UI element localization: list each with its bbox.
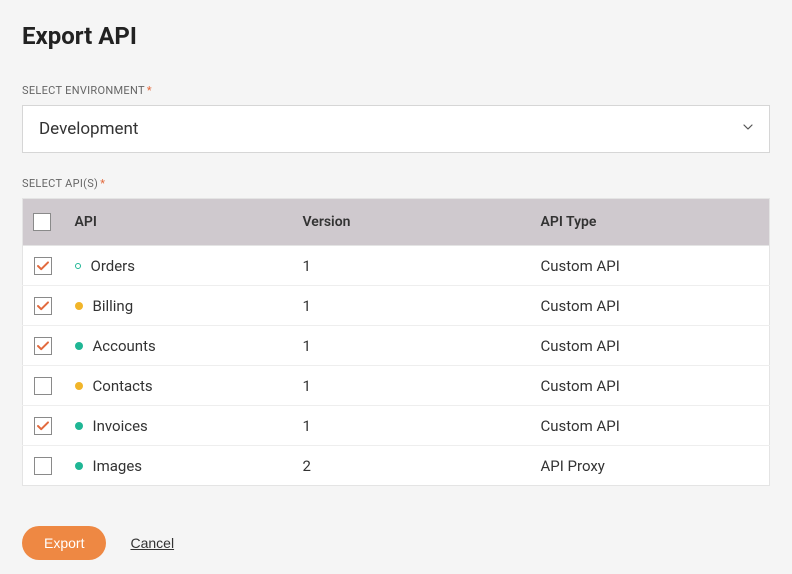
api-version: 1: [291, 326, 529, 366]
api-name: Billing: [93, 297, 134, 315]
required-asterisk: *: [147, 84, 152, 97]
row-checkbox[interactable]: [34, 257, 52, 275]
api-name: Contacts: [93, 377, 153, 395]
table-row: Contacts 1Custom API: [23, 366, 770, 406]
api-name: Images: [93, 457, 143, 475]
page-title: Export API: [22, 22, 770, 50]
status-dot-icon: [75, 462, 83, 470]
table-row: Billing 1Custom API: [23, 286, 770, 326]
select-all-checkbox[interactable]: [33, 213, 51, 231]
environment-label: SELECT ENVIRONMENT*: [22, 84, 770, 97]
status-dot-icon: [75, 422, 83, 430]
api-type: Custom API: [529, 246, 770, 286]
export-button[interactable]: Export: [22, 526, 106, 560]
header-version: Version: [291, 199, 529, 246]
apis-table: API Version API Type Orders1Custom APIBi…: [22, 198, 770, 486]
environment-value: Development: [39, 119, 138, 139]
api-version: 2: [291, 446, 529, 486]
api-version: 1: [291, 246, 529, 286]
status-dot-icon: [75, 263, 81, 269]
row-checkbox[interactable]: [34, 337, 52, 355]
cancel-button[interactable]: Cancel: [130, 535, 174, 551]
action-bar: Export Cancel: [22, 526, 770, 560]
row-checkbox[interactable]: [34, 417, 52, 435]
header-type: API Type: [529, 199, 770, 246]
api-version: 1: [291, 286, 529, 326]
status-dot-icon: [75, 342, 83, 350]
row-checkbox[interactable]: [34, 297, 52, 315]
required-asterisk: *: [100, 177, 105, 190]
api-type: Custom API: [529, 406, 770, 446]
api-type: Custom API: [529, 366, 770, 406]
table-row: Images 2API Proxy: [23, 446, 770, 486]
apis-label: SELECT API(S)*: [22, 177, 770, 190]
row-checkbox[interactable]: [34, 377, 52, 395]
table-row: Orders 1Custom API: [23, 246, 770, 286]
api-type: API Proxy: [529, 446, 770, 486]
api-version: 1: [291, 406, 529, 446]
status-dot-icon: [75, 302, 83, 310]
environment-select[interactable]: Development: [22, 105, 770, 153]
chevron-down-icon: [743, 124, 753, 134]
table-row: Invoices 1Custom API: [23, 406, 770, 446]
api-type: Custom API: [529, 286, 770, 326]
row-checkbox[interactable]: [34, 457, 52, 475]
table-row: Accounts 1Custom API: [23, 326, 770, 366]
api-name: Invoices: [93, 417, 148, 435]
api-type: Custom API: [529, 326, 770, 366]
api-name: Orders: [91, 257, 136, 275]
api-version: 1: [291, 366, 529, 406]
api-name: Accounts: [93, 337, 156, 355]
header-api: API: [63, 199, 291, 246]
status-dot-icon: [75, 382, 83, 390]
